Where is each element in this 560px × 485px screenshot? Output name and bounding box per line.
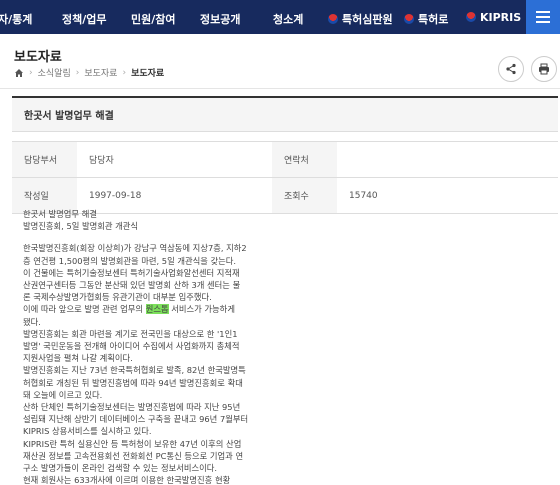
article-line: KIPRIS 상용서비스를 실시하고 있다. bbox=[23, 426, 152, 437]
share-button[interactable] bbox=[498, 56, 524, 82]
article-line: 한국발명진흥회(회장 이상희)가 강남구 역삼동에 지상7층, 지하2 bbox=[23, 243, 247, 254]
highlighted-text: 원스톱 bbox=[145, 304, 169, 315]
hamburger-icon-bar bbox=[536, 11, 550, 13]
dept-value: 담당자 bbox=[89, 156, 114, 166]
article-line: 발명진흥회, 5일 발명회관 개관식 bbox=[23, 221, 139, 232]
breadcrumb-current: 보도자료 bbox=[131, 69, 165, 79]
article-line: 이에 따라 앞으로 발명 관련 업무의 원스톱 서비스가 가능하게 bbox=[23, 303, 253, 315]
dept-label: 담당부서 bbox=[12, 142, 77, 177]
article-line: 론 국제수상발명가협회등 유관기관이 대부분 입주했다. bbox=[23, 292, 212, 303]
home-icon[interactable] bbox=[14, 68, 24, 78]
nav-item-clean[interactable]: 청소계 bbox=[273, 11, 303, 27]
article-line: 재산권 정보를 고속전용회선 전화회선 PC통신 등으로 기업과 연 bbox=[23, 450, 244, 461]
taegeuk-icon bbox=[404, 14, 414, 24]
hamburger-menu-button[interactable] bbox=[526, 0, 560, 34]
top-nav: 자/통계 정책/업무 민원/참여 정보공개 청소계 특허심판원 특허로 KIPR… bbox=[0, 0, 560, 34]
article-content: 한곳서 발명업무 해결 발명진흥회, 5일 발명회관 개관식 한국발명진흥회(회… bbox=[23, 208, 253, 485]
nav-item-tribunal-label: 특허심판원 bbox=[342, 13, 393, 26]
article-line: 현재 회원사는 633개사에 이르며 이용한 한국발명진흥 현황 bbox=[23, 475, 231, 485]
taegeuk-icon bbox=[466, 12, 476, 22]
breadcrumb-item[interactable]: 보도자료 bbox=[84, 66, 117, 79]
contact-label: 연락처 bbox=[272, 142, 337, 177]
article-line: 구소 발명가들이 온라인 검색할 수 있는 정보서비스이다. bbox=[23, 463, 218, 474]
nav-item-policy[interactable]: 정책/업무 bbox=[62, 11, 107, 27]
nav-item-kipris[interactable]: KIPRIS bbox=[466, 11, 521, 24]
article-line: 설립돼 지난해 상반기 데이터베이스 구축을 끝내고 96년 7월부터 bbox=[23, 414, 249, 425]
views-label: 조회수 bbox=[272, 178, 337, 213]
page-title: 보도자료 bbox=[14, 50, 62, 65]
article-line: 돼 오늘에 이르고 있다. bbox=[23, 389, 103, 400]
article-line: KIPRIS란 특허 실용신안 등 특허청이 보유한 47년 이후의 산업 bbox=[23, 438, 242, 449]
table-spacer bbox=[12, 132, 558, 142]
post-title: 한곳서 발명업무 해결 bbox=[12, 98, 558, 132]
article-text: 서비스가 가능하게 bbox=[168, 304, 235, 315]
nav-item-disclosure[interactable]: 정보공개 bbox=[200, 11, 240, 27]
article-line: 됐다. bbox=[23, 316, 41, 327]
article-text: 이에 따라 앞으로 발명 관련 업무의 bbox=[23, 304, 146, 315]
views-value: 15740 bbox=[349, 190, 378, 201]
print-icon bbox=[539, 63, 549, 75]
nav-item-patentro[interactable]: 특허로 bbox=[404, 11, 448, 27]
breadcrumb: › 소식알림 › 보도자료 › 보도자료 bbox=[14, 66, 164, 79]
contact-value bbox=[337, 142, 349, 177]
article-line: 이 건물에는 특허기술정보센터 특허기술사업화알선센터 지적재 bbox=[23, 267, 240, 278]
hamburger-icon-bar bbox=[536, 21, 550, 23]
breadcrumb-separator: › bbox=[122, 67, 127, 78]
nav-item-kipris-label: KIPRIS bbox=[480, 11, 522, 24]
article-line: 발명' 국민운동을 전개해 아이디어 수집에서 사업화까지 총체적 bbox=[23, 341, 240, 352]
table-row: 담당부서 담당자 연락처 bbox=[12, 142, 558, 178]
post-info-table: 한곳서 발명업무 해결 담당부서 담당자 연락처 작성일 1997-09-18 … bbox=[12, 96, 558, 214]
breadcrumb-separator: › bbox=[75, 67, 80, 78]
article-line: 발명진흥회는 지난 73년 한국특허협회로 발족, 82년 한국발명특 bbox=[23, 365, 246, 376]
nav-item-stats[interactable]: 자/통계 bbox=[0, 11, 32, 27]
article-line: 산하 단체인 특허기술정보센터는 발명진흥법에 따라 지난 95년 bbox=[23, 402, 241, 413]
article-line: 허협회로 개칭된 뒤 발명진흥법에 따라 94년 발명진흥회로 확대 bbox=[23, 377, 243, 388]
breadcrumb-item[interactable]: 소식알림 bbox=[38, 66, 71, 79]
article-line: 층 연건평 1,500평의 발명회관을 마련, 5일 개관식을 갖는다. bbox=[23, 255, 237, 266]
article-line: 한곳서 발명업무 해결 bbox=[23, 209, 97, 219]
breadcrumb-separator: › bbox=[29, 67, 33, 78]
nav-item-civil[interactable]: 민원/참여 bbox=[131, 11, 176, 27]
article-line: 산권연구센터등 그동안 분산돼 있던 발명회 산하 3개 센터는 물 bbox=[23, 280, 241, 291]
nav-item-patentro-label: 특허로 bbox=[418, 13, 449, 26]
taegeuk-icon bbox=[328, 14, 338, 24]
article-line: 발명진흥회는 회관 마련을 계기로 전국민을 대상으로 한 '1인1 bbox=[23, 328, 238, 339]
header-divider bbox=[0, 88, 560, 89]
print-button[interactable] bbox=[531, 56, 557, 82]
hamburger-icon-bar bbox=[536, 16, 550, 18]
share-icon bbox=[506, 63, 516, 75]
article-line: 지원사업을 펼쳐 나갈 계획이다. bbox=[23, 353, 133, 364]
nav-item-tribunal[interactable]: 특허심판원 bbox=[328, 11, 393, 27]
